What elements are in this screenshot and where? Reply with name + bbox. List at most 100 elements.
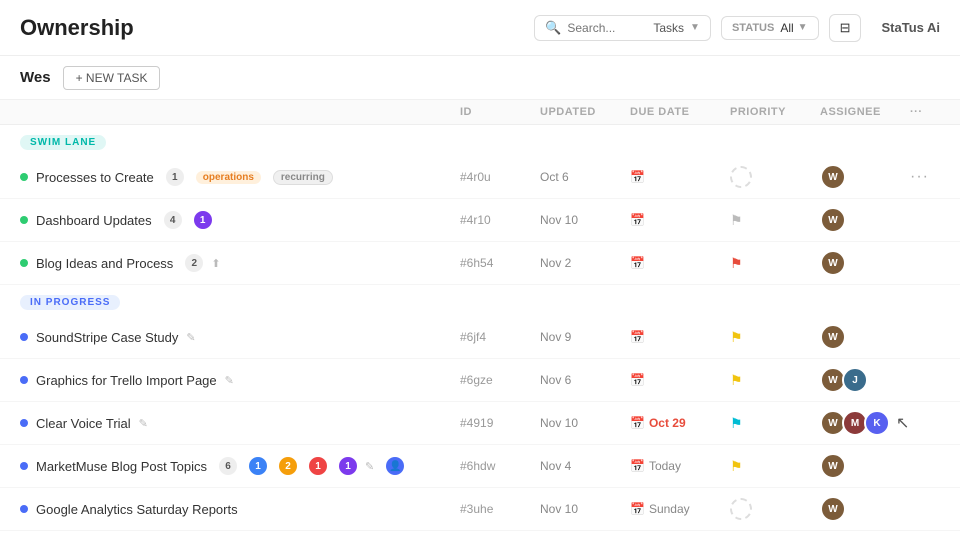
badge-operations: operations — [196, 171, 261, 184]
priority-flag-icon: ⚑ — [730, 255, 743, 271]
task-id: #4r10 — [460, 213, 540, 227]
priority-flag-icon: ⚑ — [730, 372, 743, 388]
task-name: Clear Voice Trial — [36, 416, 131, 431]
col-header-priority: PRIORITY — [730, 106, 820, 118]
task-name: MarketMuse Blog Post Topics — [36, 459, 207, 474]
task-due-overdue: 📅 Oct 29 — [630, 416, 730, 430]
task-name: Processes to Create — [36, 170, 154, 185]
task-name-cell: Clear Voice Trial ✎ — [20, 416, 460, 431]
status-dot — [20, 333, 28, 341]
task-id: #6h54 — [460, 256, 540, 270]
task-due: 📅 Sunday — [630, 502, 730, 516]
avatar: W — [820, 164, 846, 190]
task-name: Blog Ideas and Process — [36, 256, 173, 271]
task-due-today: 📅 Today — [630, 459, 730, 473]
status-chevron-icon[interactable]: ▼ — [798, 22, 808, 33]
edit-icon[interactable]: ✎ — [186, 331, 195, 344]
priority-cell: ⚑ — [730, 458, 820, 475]
task-name: SoundStripe Case Study — [36, 330, 178, 345]
table-row: Google Analytics Saturday Reports #3uhe … — [0, 488, 960, 531]
status-filter-label: STATUS — [732, 22, 774, 34]
assignee-cell: W J — [820, 367, 910, 393]
task-name-cell: SoundStripe Case Study ✎ — [20, 330, 460, 345]
edit-icon[interactable]: ✎ — [139, 417, 148, 430]
edit-icon[interactable]: ✎ — [365, 460, 374, 473]
search-box[interactable]: 🔍 Tasks ▼ — [534, 15, 711, 41]
table-row: SoundStripe Case Study ✎ #6jf4 Nov 9 📅 ⚑… — [0, 316, 960, 359]
assignee-cell: W — [820, 324, 910, 350]
status-dot — [20, 376, 28, 384]
avatar: W — [820, 453, 846, 479]
task-count-orange: 2 — [279, 457, 297, 475]
status-ai-label: StaTus Ai — [881, 20, 940, 35]
priority-cell: ⚑ — [730, 212, 820, 229]
assignee-cell: W — [820, 453, 910, 479]
status-dot — [20, 173, 28, 181]
avatar: W — [820, 207, 846, 233]
task-count-gray: 2 — [185, 254, 203, 272]
tasks-dropdown-label: Tasks — [653, 21, 684, 35]
in-progress-section: IN PROGRESS SoundStripe Case Study ✎ #6j… — [0, 285, 960, 531]
swim-lane-section: SWIM LANE Processes to Create 1 operatio… — [0, 125, 960, 285]
task-count-purple: 1 — [194, 211, 212, 229]
badge-recurring: recurring — [273, 170, 333, 185]
swim-lane-label: SWIM LANE — [20, 135, 106, 150]
status-filter-value: All — [780, 21, 793, 35]
tasks-chevron-icon[interactable]: ▼ — [690, 22, 700, 33]
table-row: Processes to Create 1 operations recurri… — [0, 156, 960, 199]
status-dot — [20, 216, 28, 224]
calendar-icon: 📅 — [630, 373, 645, 387]
task-name: Google Analytics Saturday Reports — [36, 502, 238, 517]
assignee-cell: W M K ↖ — [820, 410, 910, 436]
task-name-cell: MarketMuse Blog Post Topics 6 1 2 1 1 ✎ … — [20, 457, 460, 475]
edit-icon[interactable]: ✎ — [225, 374, 234, 387]
task-count-purple: 1 — [339, 457, 357, 475]
col-header-name — [20, 106, 460, 118]
page-title: Ownership — [20, 15, 534, 41]
task-id: #4r0u — [460, 170, 540, 184]
task-name: Dashboard Updates — [36, 213, 152, 228]
task-updated: Nov 10 — [540, 416, 630, 430]
share-icon: ⬆ — [211, 257, 220, 270]
task-name-cell: Processes to Create 1 operations recurri… — [20, 168, 460, 186]
priority-icon — [730, 166, 752, 188]
task-due: 📅 — [630, 330, 730, 344]
task-due: 📅 — [630, 373, 730, 387]
task-count-blue: 1 — [249, 457, 267, 475]
calendar-icon: 📅 — [630, 459, 645, 473]
calendar-icon: 📅 — [630, 170, 645, 184]
in-progress-label: IN PROGRESS — [20, 295, 120, 310]
priority-dashed-icon — [730, 498, 752, 520]
calendar-icon: 📅 — [630, 416, 645, 430]
avatar: W — [820, 496, 846, 522]
avatar: K — [864, 410, 890, 436]
task-count-gray: 6 — [219, 457, 237, 475]
status-dot — [20, 419, 28, 427]
assignee-cell: W — [820, 250, 910, 276]
col-header-updated: UPDATED — [540, 106, 630, 118]
more-button[interactable]: ··· — [910, 168, 940, 186]
priority-cell: ⚑ — [730, 372, 820, 389]
task-name-cell: Dashboard Updates 4 1 — [20, 211, 460, 229]
task-count-badge: 1 — [166, 168, 184, 186]
new-task-button[interactable]: + NEW TASK — [63, 66, 161, 90]
priority-flag-icon: ⚑ — [730, 458, 743, 474]
status-dot — [20, 462, 28, 470]
status-dot — [20, 259, 28, 267]
task-id: #4919 — [460, 416, 540, 430]
task-count-gray: 4 — [164, 211, 182, 229]
assignee-cell: W — [820, 207, 910, 233]
priority-cell: ⚑ — [730, 415, 820, 432]
filter-icon: ⊟ — [840, 20, 851, 35]
task-updated: Nov 9 — [540, 330, 630, 344]
table-header: ID UPDATED DUE DATE PRIORITY ASSIGNEE ··… — [0, 100, 960, 125]
task-id: #6hdw — [460, 459, 540, 473]
search-input[interactable] — [567, 21, 647, 35]
task-id: #6jf4 — [460, 330, 540, 344]
priority-cell — [730, 498, 820, 520]
priority-flag-icon: ⚑ — [730, 415, 743, 431]
status-filter[interactable]: STATUS All ▼ — [721, 16, 819, 40]
task-count-red: 1 — [309, 457, 327, 475]
table-row: Dashboard Updates 4 1 #4r10 Nov 10 📅 ⚑ W — [0, 199, 960, 242]
filter-button[interactable]: ⊟ — [829, 14, 862, 42]
